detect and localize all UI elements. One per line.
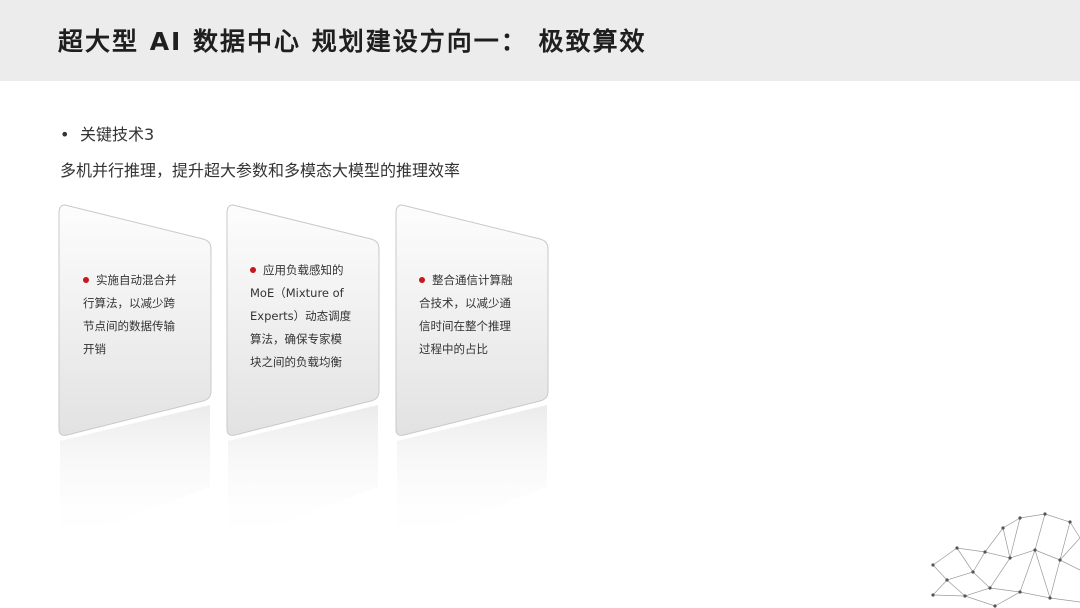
bullet-icon: • <box>60 125 70 144</box>
network-decoration <box>931 512 1080 608</box>
card-line: 算法，确保专家模 <box>250 332 342 346</box>
card-line: 块之间的负载均衡 <box>250 355 342 369</box>
page-title: 超大型 AI 数据中心 规划建设方向一： 极致算效 <box>58 27 647 56</box>
card-2-text: 应用负载感知的 MoE（Mixture of Experts）动态调度 算法，确… <box>250 259 368 374</box>
section-subtitle: 多机并行推理，提升超大参数和多模态大模型的推理效率 <box>60 161 461 180</box>
card-3-text: 整合通信计算融 合技术，以减少通 信时间在整个推理 过程中的占比 <box>419 269 537 361</box>
card-line: 整合通信计算融 <box>419 269 537 292</box>
card-1: 实施自动混合并 行算法，以减少跨 节点间的数据传输 开销 <box>57 204 213 545</box>
card-1-shape <box>58 204 212 545</box>
card-3: 整合通信计算融 合技术，以减少通 信时间在整个推理 过程中的占比 <box>394 204 550 545</box>
card-3-shape <box>395 204 549 545</box>
card-line: 应用负载感知的 <box>250 259 368 282</box>
red-dot-icon <box>419 277 425 283</box>
section-heading-text: 关键技术3 <box>80 125 155 144</box>
card-2: 应用负载感知的 MoE（Mixture of Experts）动态调度 算法，确… <box>225 204 381 545</box>
card-line: 信时间在整个推理 <box>419 319 511 333</box>
red-dot-icon <box>83 277 89 283</box>
card-1-text: 实施自动混合并 行算法，以减少跨 节点间的数据传输 开销 <box>83 269 201 361</box>
card-line: 实施自动混合并 <box>83 269 201 292</box>
card-line: MoE（Mixture of <box>250 286 344 300</box>
section-heading: • 关键技术3 <box>60 121 154 145</box>
red-dot-icon <box>250 267 256 273</box>
card-line: 合技术，以减少通 <box>419 296 511 310</box>
header-bar: 超大型 AI 数据中心 规划建设方向一： 极致算效 <box>0 0 1080 81</box>
card-line: 开销 <box>83 342 106 356</box>
card-line: 节点间的数据传输 <box>83 319 175 333</box>
card-line: Experts）动态调度 <box>250 309 352 323</box>
card-2-shape <box>226 204 380 545</box>
card-line: 行算法，以减少跨 <box>83 296 175 310</box>
card-line: 过程中的占比 <box>419 342 488 356</box>
